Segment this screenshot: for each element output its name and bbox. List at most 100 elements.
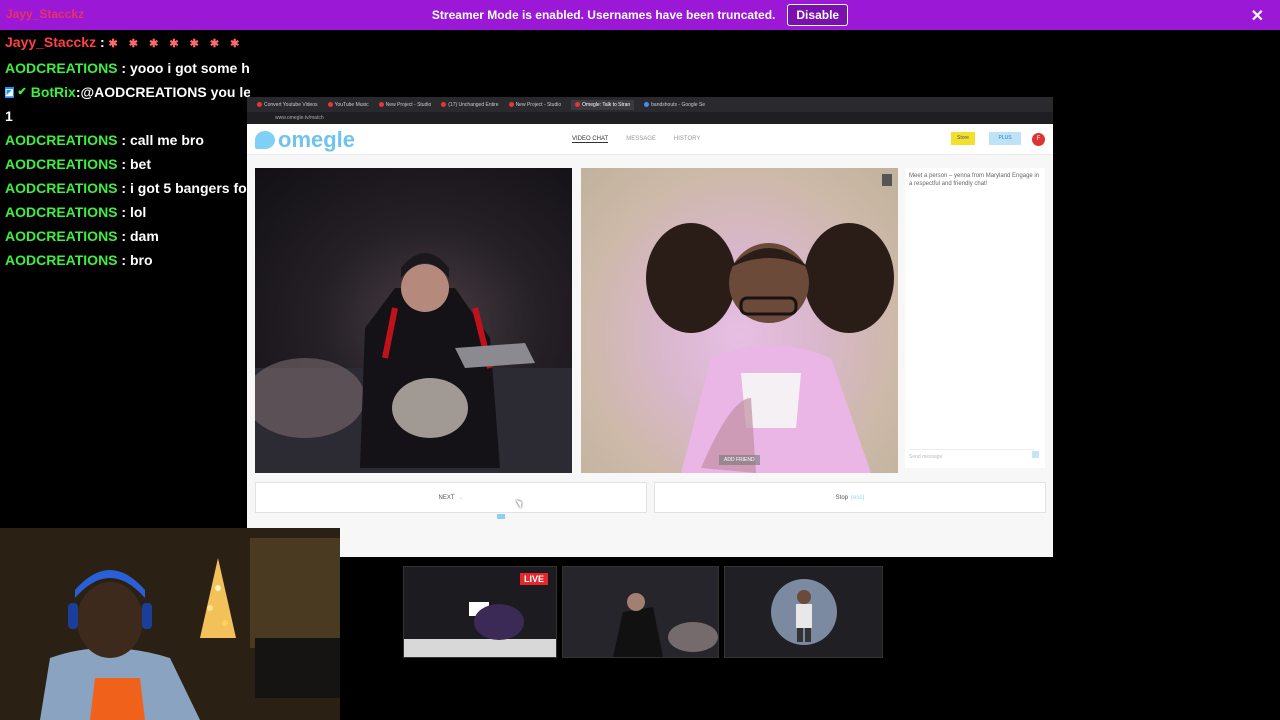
chat-message: AODCREATIONS : lol <box>0 200 250 224</box>
chat-message: AODCREATIONS : call me bro <box>0 128 250 152</box>
chat-text: yooo i got some hot shit <box>129 60 250 76</box>
chat-username: Jayy_Stacckz <box>5 34 97 50</box>
tab-favicon-icon <box>327 102 333 107</box>
close-banner-icon[interactable]: ✕ <box>1251 6 1264 26</box>
browser-capture: Convert Youtube Videos YouTube Music New… <box>247 97 1053 557</box>
tab-favicon-icon <box>575 102 581 107</box>
browser-tab[interactable]: New Project - Studio <box>508 101 562 108</box>
stranger-video-scene <box>646 223 894 473</box>
tab-title: bandshouts - Google Se <box>651 101 706 108</box>
match-intro-text: Meet a person – yenna from Maryland Enga… <box>909 173 1040 187</box>
chat-text: bro <box>129 252 153 268</box>
chat-text: call me bro <box>129 132 204 148</box>
chat-message-continuation: 1 <box>5 108 13 124</box>
chat-emotes: ✱ ✱ ✱ ✱ ✱ ✱ ✱ ✱ ✱ ✱ <box>108 38 250 50</box>
tab-title: YouTube Music <box>334 101 369 108</box>
disable-streamer-mode-button[interactable]: Disable <box>787 4 849 26</box>
omegle-logo[interactable]: omegle <box>255 127 355 153</box>
chat-username: AODCREATIONS <box>5 204 118 220</box>
browser-tab-bar: Convert Youtube Videos YouTube Music New… <box>247 97 1053 112</box>
stop-button[interactable]: Stop (esc) <box>654 482 1046 513</box>
thumbnail-stream[interactable] <box>562 566 719 658</box>
tab-title: Omegle: Talk to Stran <box>582 101 631 108</box>
chat-separator: : <box>117 252 130 268</box>
tab-favicon-icon <box>257 102 262 107</box>
chat-separator: : <box>117 180 130 196</box>
tab-history[interactable]: HISTORY <box>674 136 700 143</box>
chat-message: AODCREATIONS : bet <box>0 152 250 176</box>
chat-separator: : <box>96 34 109 50</box>
chat-separator: : <box>117 156 130 172</box>
message-input[interactable]: Send message <box>909 449 1034 460</box>
chat-separator: : <box>117 132 130 148</box>
address-bar[interactable]: www.omegle.tv/match <box>247 112 1053 124</box>
stop-label: Stop <box>835 494 848 501</box>
streamer-webcam <box>0 528 340 720</box>
browser-tab[interactable]: New Project - Studio <box>378 101 432 108</box>
chat-username: BotRix <box>30 84 76 100</box>
thumbnail-live[interactable]: LIVE <box>403 566 557 658</box>
chat-message-bot: ◪✔BotRix : @AODCREATIONS you leveled up … <box>0 80 250 104</box>
chat-separator: : <box>117 204 130 220</box>
chat-username: AODCREATIONS <box>5 228 118 244</box>
tab-message[interactable]: MESSAGE <box>626 136 656 143</box>
live-badge: LIVE <box>519 573 548 585</box>
stop-hint: (esc) <box>851 494 865 501</box>
tab-title: (17) Unchanged Entire <box>448 101 499 108</box>
tab-favicon-icon <box>644 102 650 107</box>
tab-title: New Project - Studio <box>515 101 562 108</box>
browser-tab-active[interactable]: Omegle: Talk to Stran <box>571 99 635 110</box>
chat-username: AODCREATIONS <box>5 180 118 196</box>
report-flag-icon[interactable] <box>882 174 892 186</box>
store-button[interactable]: Store <box>951 132 975 145</box>
plus-button[interactable]: PLUS <box>989 132 1021 145</box>
next-label: NEXT <box>438 494 455 501</box>
keyboard-hint-icon <box>497 514 505 519</box>
streamer-mode-banner: Jayy_Stacckz Streamer Mode is enabled. U… <box>0 0 1280 30</box>
chat-username: AODCREATIONS <box>5 252 118 268</box>
chat-separator: : <box>117 228 130 244</box>
chat-text: @AODCREATIONS you leveled up to Level <box>80 84 250 100</box>
send-icon[interactable] <box>1032 451 1039 458</box>
chat-username: AODCREATIONS <box>5 132 118 148</box>
chat-username: AODCREATIONS <box>5 60 118 76</box>
chat-text: lol <box>129 204 147 220</box>
thumbnail-profile-image <box>725 567 882 657</box>
omegle-nav: VIDEO CHAT MESSAGE HISTORY <box>572 136 700 143</box>
self-video-scene <box>255 253 572 473</box>
stranger-video: ADD FRIEND <box>581 168 898 473</box>
tab-title: New Project - Studio <box>385 101 432 108</box>
add-friend-button[interactable]: ADD FRIEND <box>719 455 760 465</box>
tab-favicon-icon <box>441 102 447 107</box>
streamer-mode-message: Streamer Mode is enabled. Usernames have… <box>431 8 776 22</box>
omegle-logo-text: omegle <box>278 127 356 152</box>
url-text: www.omegle.tv/match <box>275 115 324 121</box>
tab-favicon-icon <box>508 102 514 107</box>
stream-chat: Jayy_Stacckz : ✱ ✱ ✱ ✱ ✱ ✱ ✱ ✱ ✱ ✱ AODCR… <box>0 30 250 272</box>
thumbnail-stream-image <box>563 567 718 657</box>
browser-tab[interactable]: Convert Youtube Videos <box>257 102 318 108</box>
browser-tab[interactable]: (17) Unchanged Entire <box>441 101 499 108</box>
verified-check-icon: ✔ <box>17 86 27 98</box>
bot-badge-icon: ◪ <box>5 86 14 98</box>
chat-message: AODCREATIONS : i got 5 bangers for u <box>0 176 250 200</box>
user-avatar[interactable]: F <box>1032 133 1045 146</box>
chat-text: i got 5 bangers for u <box>129 180 250 196</box>
tab-video-chat[interactable]: VIDEO CHAT <box>572 136 609 143</box>
chat-username: AODCREATIONS <box>5 156 118 172</box>
tab-favicon-icon <box>378 102 384 107</box>
browser-tab[interactable]: YouTube Music <box>327 101 369 108</box>
chat-message: AODCREATIONS : yooo i got some hot shit <box>0 56 250 80</box>
self-video <box>255 168 572 473</box>
webcam-scene <box>0 528 340 720</box>
tab-title: Convert Youtube Videos <box>264 101 318 108</box>
next-button[interactable]: NEXT → <box>255 482 647 513</box>
chat-text: dam <box>129 228 159 244</box>
browser-tab[interactable]: bandshouts - Google Se <box>644 102 705 108</box>
thumbnail-profile[interactable] <box>724 566 883 658</box>
text-chat-panel: Meet a person – yenna from Maryland Enga… <box>905 168 1045 468</box>
banner-ghost-username: Jayy_Stacckz <box>6 7 85 21</box>
chat-message: Jayy_Stacckz : ✱ ✱ ✱ ✱ ✱ ✱ ✱ ✱ ✱ ✱ <box>0 30 250 56</box>
chat-message: AODCREATIONS : dam <box>0 224 250 248</box>
chat-separator: : <box>117 60 130 76</box>
